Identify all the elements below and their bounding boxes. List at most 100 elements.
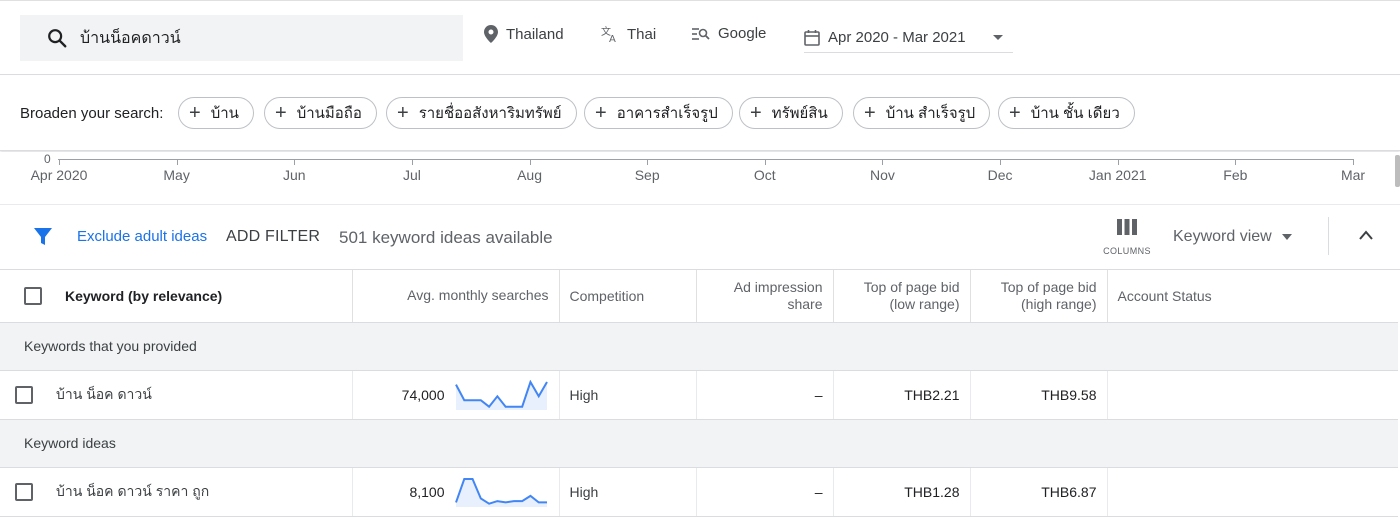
select-all-checkbox[interactable] [24, 286, 42, 305]
axis-tick [59, 159, 60, 165]
date-range-label: Apr 2020 - Mar 2021 [828, 29, 966, 46]
month-label: Dec [987, 167, 1013, 183]
bid-low-cell: THB1.28 [833, 467, 971, 517]
scrollbar[interactable] [1395, 155, 1400, 187]
plus-icon: + [275, 102, 287, 124]
chevron-down-icon [993, 35, 1003, 40]
account-status-column-header[interactable]: Account Status [1107, 270, 1398, 323]
axis-zero-label: 0 [44, 152, 51, 166]
axis-tick [882, 159, 884, 165]
table-row: บ้าน น็อค ดาวน์ 74,000 High – THB2.21 TH… [0, 370, 1398, 420]
plus-icon: + [1009, 102, 1021, 124]
month-label: Jul [402, 167, 421, 183]
location-label: Thailand [506, 25, 564, 43]
account-status-cell [1107, 370, 1398, 420]
axis-tick [294, 159, 296, 165]
axis-tick [1235, 159, 1237, 165]
header-line: share [787, 295, 823, 312]
date-range-selector[interactable]: Apr 2020 - Mar 2021 [804, 23, 1013, 53]
bid-high-cell: THB9.58 [970, 370, 1108, 420]
broaden-chip[interactable]: + บ้านมือถือ [264, 97, 377, 129]
broaden-chip[interactable]: + บ้าน สำเร็จรูป [853, 97, 991, 129]
month-label: Aug [517, 167, 542, 183]
axis-tick [647, 159, 649, 165]
chip-label: ทรัพย์สิน [771, 105, 828, 122]
competition-column-header[interactable]: Competition [559, 270, 697, 323]
add-filter-button[interactable]: ADD FILTER [226, 228, 320, 246]
bid-high-column-header[interactable]: Top of page bid (high range) [970, 270, 1108, 323]
month-label: Feb [1223, 167, 1248, 183]
account-status-cell [1107, 467, 1398, 517]
search-box[interactable]: บ้านน็อคดาวน์ [20, 15, 463, 61]
filter-icon[interactable] [33, 227, 53, 247]
row-checkbox[interactable] [15, 482, 33, 501]
axis-line [58, 159, 1354, 160]
impression-share-column-header[interactable]: Ad impression share [696, 270, 834, 323]
sparkline-area [455, 478, 547, 507]
keyword-view-dropdown[interactable]: Keyword view [1173, 228, 1292, 246]
plus-icon: + [595, 102, 607, 124]
broaden-chip[interactable]: + ทรัพย์สิน [739, 97, 843, 129]
searches-value: 8,100 [409, 483, 445, 500]
group-row: Keyword ideas [0, 419, 1398, 468]
row-checkbox[interactable] [15, 385, 33, 404]
month-label: Oct [753, 167, 776, 183]
network-selector[interactable]: Google [692, 25, 766, 42]
network-label: Google [718, 25, 767, 42]
axis-tick [764, 159, 766, 165]
language-label: Thai [627, 25, 657, 43]
bid-low-cell: THB2.21 [833, 370, 971, 420]
axis-tick [529, 159, 531, 165]
plus-icon: + [864, 102, 876, 124]
exclude-adult-ideas-link[interactable]: Exclude adult ideas [77, 228, 207, 245]
impression-share-cell: – [696, 370, 834, 420]
divider [1328, 217, 1329, 255]
search-query[interactable]: บ้านน็อคดาวน์ [80, 26, 181, 51]
chip-label: บ้าน [210, 105, 239, 122]
broaden-chip[interactable]: + รายชื่ออสังหาริมทรัพย์ [386, 97, 577, 129]
table-header-row: Keyword (by relevance) Avg. monthly sear… [0, 270, 1398, 323]
columns-label: COLUMNS [1103, 246, 1151, 256]
keyword-view-label: Keyword view [1173, 228, 1272, 245]
header-line: Ad impression [733, 278, 823, 295]
columns-button[interactable]: COLUMNS [1103, 219, 1151, 256]
group-row: Keywords that you provided [0, 322, 1398, 371]
chevron-down-icon [1281, 234, 1292, 240]
trend-sparkline [454, 379, 548, 410]
month-label: Mar [1340, 167, 1366, 183]
chip-label: บ้าน สำเร็จรูป [885, 105, 976, 122]
chevron-up-icon[interactable] [1358, 229, 1374, 241]
impression-share-cell: – [696, 467, 834, 517]
location-selector[interactable]: Thailand [484, 25, 564, 43]
plus-icon: + [189, 102, 201, 124]
month-label: Sep [634, 167, 660, 183]
ideas-count: 501 keyword ideas available [339, 228, 553, 247]
plus-icon: + [397, 102, 409, 124]
month-label: Jan 2021 [1088, 167, 1147, 183]
axis-tick [1353, 159, 1354, 165]
searches-column-header[interactable]: Avg. monthly searches [352, 270, 560, 323]
searches-cell: 74,000 [352, 370, 560, 420]
broaden-search-bar: Broaden your search: + บ้าน + บ้านมือถือ +… [0, 76, 1400, 151]
axis-tick [411, 159, 413, 165]
keyword-column-header[interactable]: Keyword (by relevance) [0, 270, 353, 323]
chip-label: รายชื่ออสังหาริมทรัพย์ [418, 105, 562, 122]
header-line: Top of page bid [1000, 278, 1097, 295]
chip-label: บ้านมือถือ [296, 105, 362, 122]
searches-value: 74,000 [401, 386, 445, 403]
broaden-chip[interactable]: + บ้าน ชั้น เดียว [998, 97, 1135, 129]
month-label: Nov [870, 167, 895, 183]
language-selector[interactable]: 文A Thai [601, 25, 656, 43]
svg-text:A: A [609, 34, 616, 43]
broaden-chip[interactable]: + บ้าน [178, 97, 254, 129]
searches-cell: 8,100 [352, 467, 560, 517]
axis-tick [1117, 159, 1119, 165]
top-bar: บ้านน็อคดาวน์ Thailand 文A Thai Google Ap… [0, 0, 1400, 75]
month-label: May [163, 167, 190, 183]
filter-bar: Exclude adult ideas ADD FILTER 501 keywo… [0, 204, 1400, 270]
bid-low-column-header[interactable]: Top of page bid (low range) [833, 270, 971, 323]
group-title: Keywords that you provided [0, 322, 1398, 371]
broaden-chip[interactable]: + อาคารสำเร็จรูป [584, 97, 733, 129]
location-pin-icon [484, 25, 498, 43]
broaden-label: Broaden your search: [20, 105, 164, 122]
